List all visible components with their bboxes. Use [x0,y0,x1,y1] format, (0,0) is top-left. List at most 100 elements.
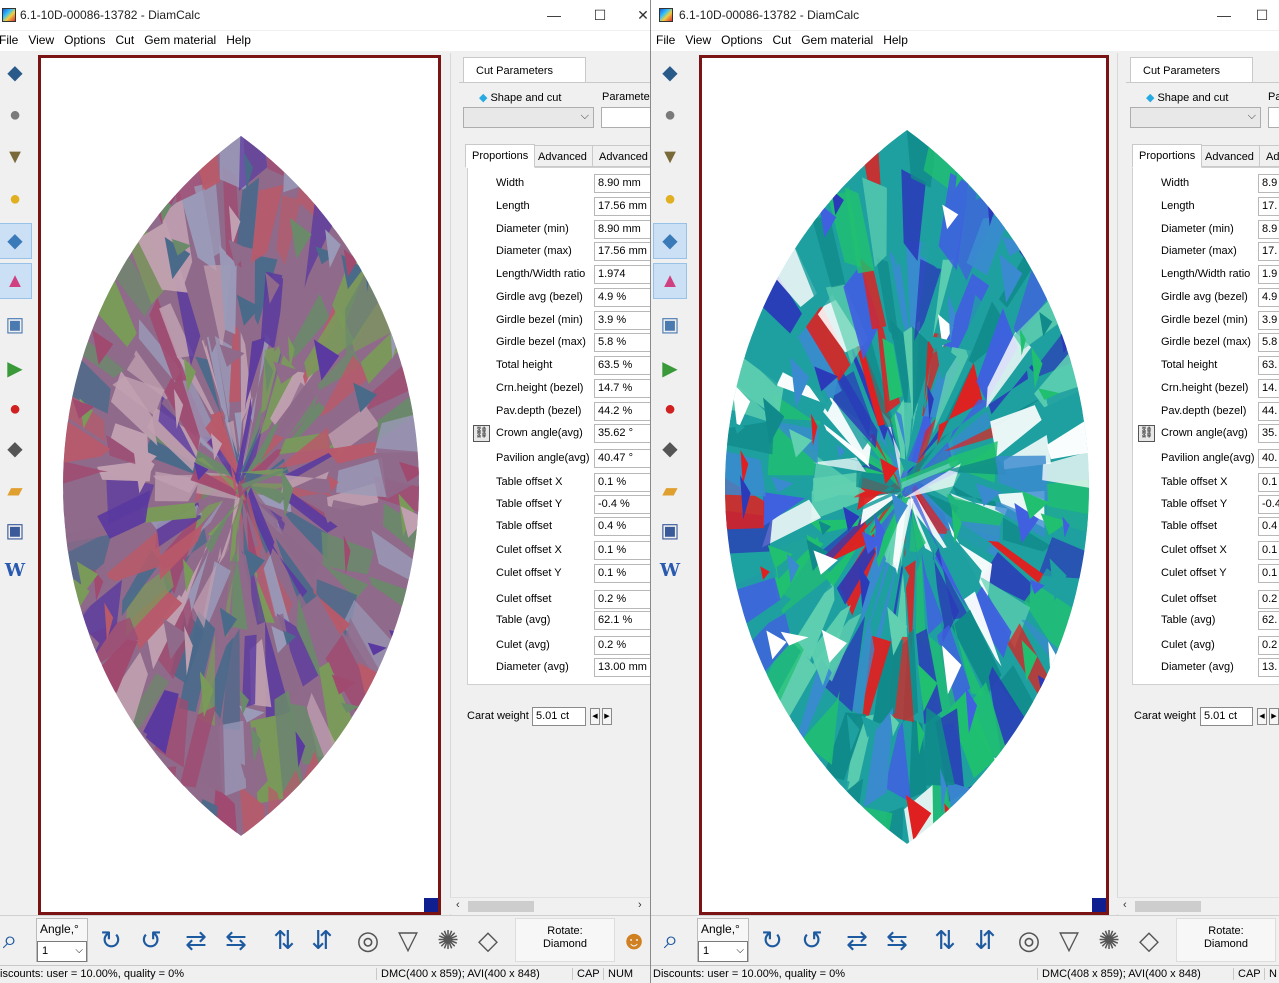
word-doc-button[interactable]: W [653,553,687,589]
property-value-field[interactable]: 1.974 [594,265,650,284]
spectrum-button[interactable]: ▲ [653,263,687,299]
property-value-field[interactable]: 0.1 [1258,541,1279,560]
side-view-icon[interactable]: ▽ [392,924,424,956]
menu-cut[interactable]: Cut [768,31,797,47]
property-value-field[interactable]: 0.2 % [594,636,650,655]
scroll-thumb[interactable] [1135,901,1201,912]
subtab-advanced-2[interactable]: Advanced [592,145,650,167]
rotate-ccw-icon[interactable]: ↺ [796,924,828,956]
scroll-thumb[interactable] [468,901,534,912]
angle-select[interactable]: 1 ⌵ [37,941,87,962]
carat-weight-input[interactable]: 5.01 ct [1200,707,1253,726]
carat-decrease-button[interactable]: ◀ [1257,708,1267,725]
menu-file[interactable]: File [651,31,680,47]
property-value-field[interactable]: 8.9 [1258,220,1279,239]
parameter-input[interactable] [1268,107,1279,128]
user-icon[interactable]: ☻ [618,924,650,956]
carat-decrease-button[interactable]: ◀ [590,708,600,725]
property-value-field[interactable]: 13. [1258,658,1279,677]
property-value-field[interactable]: 13.00 mm [594,658,650,677]
subtab-advanced-2[interactable]: Adv [1259,145,1279,167]
property-value-field[interactable]: 8.90 mm [594,174,650,193]
flip-vertical-icon[interactable]: ⇅ [929,924,961,956]
diamond-top-button[interactable]: ◆ [0,55,32,91]
property-value-field[interactable]: 8.90 mm [594,220,650,239]
property-value-field[interactable]: 4.9 % [594,288,650,307]
perspective-view-icon[interactable]: ◇ [472,924,504,956]
save-disk-button[interactable]: ▣ [0,513,32,549]
diamond-render-button[interactable]: ◆ [0,223,32,259]
shape-select[interactable]: ⌵ [1130,107,1261,128]
property-value-field[interactable]: 0.1 % [594,473,650,492]
perspective-view-icon[interactable]: ◇ [1133,924,1165,956]
bottom-view-icon[interactable]: ✺ [1093,924,1125,956]
menu-options[interactable]: Options [716,31,767,47]
property-value-field[interactable]: 3.9 % [594,311,650,330]
diamond-top-button[interactable]: ◆ [653,55,687,91]
menu-gem-material[interactable]: Gem material [796,31,878,47]
diamond-view-right[interactable] [699,55,1109,915]
property-value-field[interactable]: 1.9 [1258,265,1279,284]
bottom-view-icon[interactable]: ✺ [432,924,464,956]
property-value-field[interactable]: 0.1 % [594,564,650,583]
video-record-button[interactable]: ● [0,391,32,427]
flip-horizontal-icon[interactable]: ⇄ [180,924,212,956]
carat-weight-input[interactable]: 5.01 ct [532,707,586,726]
video-play-button[interactable]: ▶ [653,351,687,387]
property-value-field[interactable]: 62.1 % [594,611,650,630]
property-value-field[interactable]: 17.56 mm [594,197,650,216]
resize-corner[interactable] [424,898,438,912]
diamond-sphere-button[interactable]: ● [0,97,32,133]
scroll-left-arrow-icon[interactable]: ‹ [456,899,460,911]
flip-horizontal-alt-icon[interactable]: ⇆ [881,924,913,956]
diamond-picture-button[interactable]: ▣ [653,307,687,343]
rotate-cw-icon[interactable]: ↻ [756,924,788,956]
property-value-field[interactable]: 0.4 % [594,517,650,536]
subtab-proportions[interactable]: Proportions [1132,144,1203,168]
property-value-field[interactable]: 63.5 % [594,356,650,375]
word-doc-button[interactable]: W [0,553,32,589]
video-play-button[interactable]: ▶ [0,351,32,387]
menu-cut[interactable]: Cut [111,31,140,47]
close-button[interactable]: ✕ [628,4,650,26]
paint-bucket-button[interactable]: ▼ [0,139,32,175]
rotate-mode[interactable]: Rotate: Diamond [1176,918,1276,962]
property-value-field[interactable]: 17. [1258,242,1279,261]
menu-help[interactable]: Help [221,31,256,47]
maximize-button[interactable]: ☐ [1247,4,1277,26]
zoom-icon[interactable]: ⌕ [0,924,26,956]
property-value-field[interactable]: 40.47 ° [594,449,650,468]
property-value-field[interactable]: 0.1 [1258,473,1279,492]
diamond-picture-button[interactable]: ▣ [0,307,32,343]
maximize-button[interactable]: ☐ [585,4,615,26]
flip-horizontal-icon[interactable]: ⇄ [841,924,873,956]
property-value-field[interactable]: 0.1 % [594,541,650,560]
subtab-proportions[interactable]: Proportions [465,144,536,168]
property-value-field[interactable]: 5.8 [1258,333,1279,352]
tab-cut-parameters[interactable]: Cut Parameters [1130,57,1253,83]
minimize-button[interactable]: — [1209,4,1239,26]
property-value-field[interactable]: 0.4 [1258,517,1279,536]
scroll-left-arrow-icon[interactable]: ‹ [1123,899,1127,911]
property-value-field[interactable]: 17.56 mm [594,242,650,261]
property-value-field[interactable]: 0.2 [1258,590,1279,609]
lock-icon[interactable]: ⛓ [1138,425,1155,442]
property-value-field[interactable]: 40. [1258,449,1279,468]
paint-bucket-button[interactable]: ▼ [653,139,687,175]
resize-corner[interactable] [1092,898,1106,912]
side-view-icon[interactable]: ▽ [1053,924,1085,956]
property-value-field[interactable]: 63. [1258,356,1279,375]
menu-file[interactable]: File [0,31,23,47]
property-value-field[interactable]: 14. [1258,379,1279,398]
property-value-field[interactable]: 3.9 [1258,311,1279,330]
menu-options[interactable]: Options [59,31,110,47]
panel-horizontal-scrollbar[interactable]: ‹ [1117,897,1279,914]
parameter-input[interactable] [601,107,650,128]
flip-horizontal-alt-icon[interactable]: ⇆ [220,924,252,956]
menu-view[interactable]: View [680,31,716,47]
property-value-field[interactable]: 0.2 [1258,636,1279,655]
diamond-render-button[interactable]: ◆ [653,223,687,259]
property-value-field[interactable]: -0.4 [1258,495,1279,514]
top-view-icon[interactable]: ◎ [1013,924,1045,956]
minimize-button[interactable]: — [539,4,569,26]
